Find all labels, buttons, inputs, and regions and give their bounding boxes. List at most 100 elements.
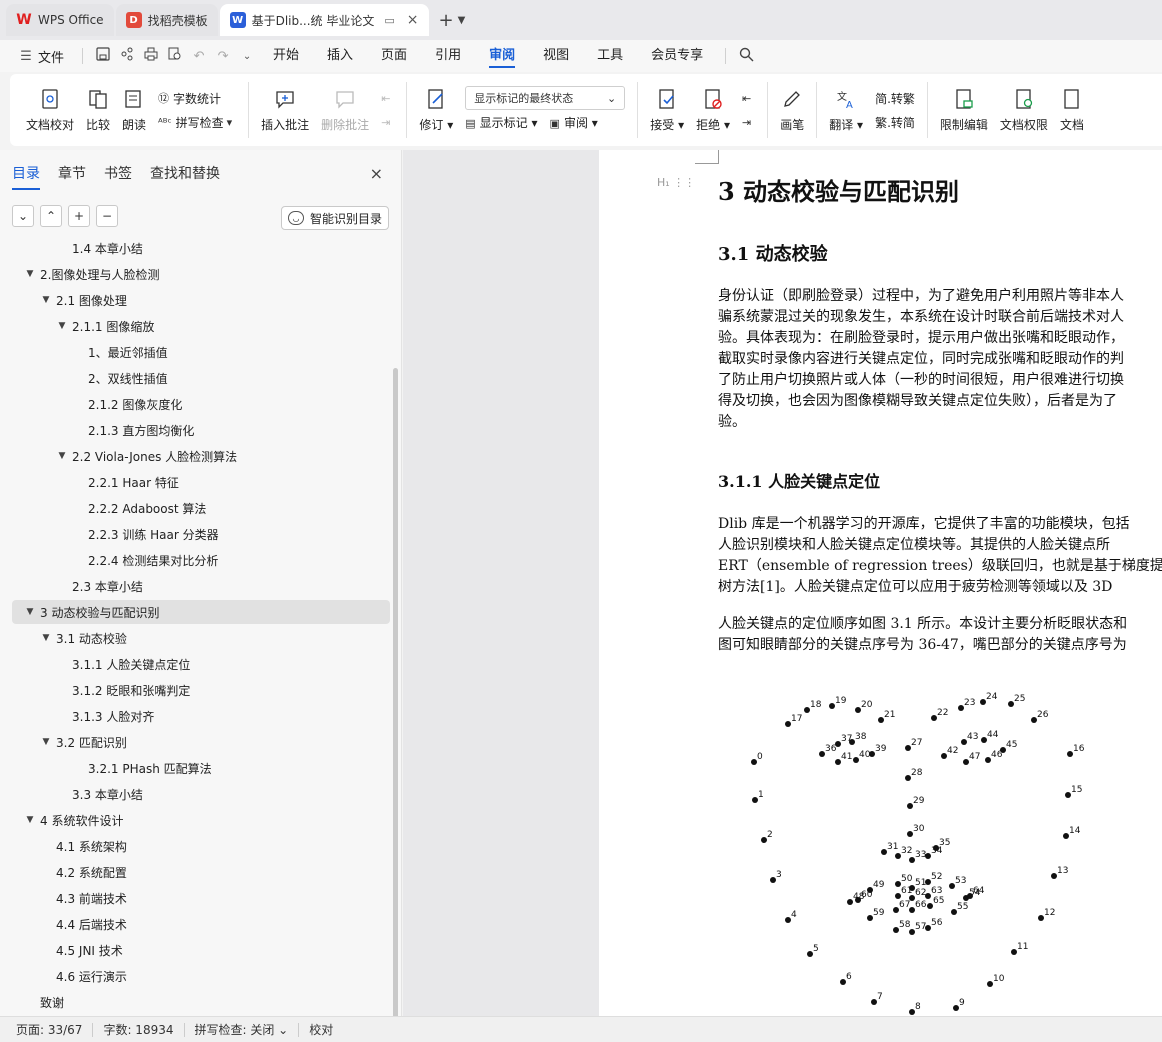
- next-change-button[interactable]: ⇥: [742, 110, 755, 134]
- toc-item[interactable]: ▼ 2.1.1 图像缩放: [12, 314, 390, 338]
- toc-item[interactable]: ▼ 2.2 Viola-Jones 人脸检测算法: [12, 444, 390, 468]
- tab-find-replace[interactable]: 查找和替换: [150, 163, 220, 183]
- caret-down-icon[interactable]: ▼: [56, 451, 68, 461]
- toc-item[interactable]: 3.1.1 人脸关键点定位: [12, 652, 390, 676]
- print-icon[interactable]: [139, 47, 163, 65]
- toc-item[interactable]: ▼ 2.1 图像处理: [12, 288, 390, 312]
- toc-item[interactable]: ▼ 2.图像处理与人脸检测: [12, 262, 390, 286]
- doc-more-button[interactable]: 文档: [1060, 87, 1084, 133]
- previous-comment-button[interactable]: ⇤: [381, 86, 394, 110]
- toc-item[interactable]: 3.1.3 人脸对齐: [12, 704, 390, 728]
- pen-button[interactable]: 画笔: [780, 87, 804, 133]
- toc-item[interactable]: 2、双线性插值: [12, 366, 390, 390]
- word-count-button[interactable]: ⑫ 字数统计: [158, 86, 236, 110]
- trad-to-simp-button[interactable]: 简.转繁: [875, 86, 915, 110]
- simp-to-trad-button[interactable]: 繁.转简: [875, 110, 915, 134]
- next-comment-button[interactable]: ⇥: [381, 110, 394, 134]
- toc-item[interactable]: ▼ 3 动态校验与匹配识别: [12, 600, 390, 624]
- toc-item[interactable]: 3.2.1 PHash 匹配算法: [12, 756, 390, 780]
- collapse-up-button[interactable]: ⌃: [40, 205, 62, 227]
- word-count-indicator[interactable]: 字数: 18934: [103, 1021, 173, 1038]
- read-aloud-button[interactable]: 朗读: [122, 87, 146, 133]
- redo-icon[interactable]: ↷: [211, 49, 235, 64]
- translate-button[interactable]: 文A 翻译 ▾: [829, 87, 863, 133]
- toc-item[interactable]: 4.1 系统架构: [12, 834, 390, 858]
- share-icon[interactable]: [115, 47, 139, 65]
- reject-button[interactable]: 拒绝 ▾: [696, 87, 730, 133]
- monitor-icon[interactable]: ▭: [384, 14, 394, 27]
- toc-item[interactable]: 2.2.2 Adaboost 算法: [12, 496, 390, 520]
- page-indicator[interactable]: 页面: 33/67: [16, 1021, 82, 1038]
- tab-document[interactable]: W 基于Dlib...统 毕业论文 ▭ ×: [219, 4, 429, 36]
- tab-view[interactable]: 视图: [543, 40, 569, 72]
- tab-review[interactable]: 审阅: [489, 40, 516, 72]
- print-preview-icon[interactable]: [163, 47, 187, 65]
- doc-permission-button[interactable]: 文档权限: [1000, 87, 1048, 133]
- toc-item[interactable]: 4.4 后端技术: [12, 912, 390, 936]
- heading-drag-handle-icon[interactable]: H₁ ⋮⋮: [657, 176, 695, 189]
- tab-member[interactable]: 会员专享: [651, 40, 703, 72]
- toc-item[interactable]: 1.4 本章小结: [12, 238, 390, 260]
- toc-item[interactable]: 4.5 JNI 技术: [12, 938, 390, 962]
- toc-item[interactable]: 2.2.3 训练 Haar 分类器: [12, 522, 390, 546]
- toc-item[interactable]: 2.3 本章小结: [12, 574, 390, 598]
- compare-button[interactable]: 比较: [86, 87, 110, 133]
- tab-bookmarks[interactable]: 书签: [104, 163, 132, 183]
- toc-scrollbar[interactable]: [393, 368, 398, 1028]
- spell-check-button[interactable]: ᴬᴮᶜ 拼写检查 ▾: [158, 110, 236, 134]
- tab-home[interactable]: 开始: [273, 40, 299, 72]
- toc-item[interactable]: 4.3 前端技术: [12, 886, 390, 910]
- collapse-down-button[interactable]: ⌄: [12, 205, 34, 227]
- add-heading-button[interactable]: +: [68, 205, 90, 227]
- insert-comment-button[interactable]: 插入批注: [261, 87, 309, 133]
- tab-sections[interactable]: 章节: [58, 163, 86, 183]
- tab-references[interactable]: 引用: [435, 40, 461, 72]
- caret-down-icon[interactable]: ▼: [56, 321, 68, 331]
- tab-insert[interactable]: 插入: [327, 40, 353, 72]
- chevron-down-icon[interactable]: ▼: [458, 15, 466, 26]
- toc-item[interactable]: ▼ 3.1 动态校验: [12, 626, 390, 650]
- tab-tools[interactable]: 工具: [597, 40, 623, 72]
- undo-icon[interactable]: ↶: [187, 49, 211, 64]
- toc-item[interactable]: 2.1.2 图像灰度化: [12, 392, 390, 416]
- caret-down-icon[interactable]: ▼: [40, 633, 52, 643]
- caret-down-icon[interactable]: ▼: [24, 269, 36, 279]
- proof-indicator[interactable]: 校对: [309, 1021, 333, 1038]
- caret-down-icon[interactable]: ▼: [24, 815, 36, 825]
- remove-heading-button[interactable]: −: [96, 205, 118, 227]
- tab-docer-templates[interactable]: D 找稻壳模板: [115, 4, 218, 36]
- toc-item[interactable]: 4.2 系统配置: [12, 860, 390, 884]
- toc-item[interactable]: ▼ 3.2 匹配识别: [12, 730, 390, 754]
- save-icon[interactable]: [91, 47, 115, 65]
- toc-item[interactable]: ▼ 4 系统软件设计: [12, 808, 390, 832]
- spell-check-indicator[interactable]: 拼写检查: 关闭 ⌄: [195, 1021, 289, 1038]
- caret-down-icon[interactable]: ▼: [40, 737, 52, 747]
- tab-page[interactable]: 页面: [381, 40, 407, 72]
- toc-item[interactable]: 1、最近邻插值: [12, 340, 390, 364]
- delete-comment-button[interactable]: 删除批注: [321, 87, 369, 133]
- tab-wps-office[interactable]: W WPS Office: [6, 4, 114, 36]
- toc-item[interactable]: 2.1.3 直方图均衡化: [12, 418, 390, 442]
- file-menu[interactable]: 文件: [38, 47, 64, 66]
- close-tab-button[interactable]: ×: [407, 12, 419, 28]
- restrict-edit-button[interactable]: 限制编辑: [940, 87, 988, 133]
- hamburger-menu-icon[interactable]: ☰: [14, 49, 38, 64]
- tab-toc[interactable]: 目录: [12, 163, 40, 190]
- search-icon[interactable]: [734, 47, 758, 66]
- toc-item[interactable]: 4.6 运行演示: [12, 964, 390, 988]
- accept-button[interactable]: 接受 ▾: [650, 87, 684, 133]
- review-pane-button[interactable]: ▣ 审阅 ▾: [550, 114, 598, 131]
- toc-item[interactable]: 2.2.4 检测结果对比分析: [12, 548, 390, 572]
- close-pane-button[interactable]: ×: [370, 164, 383, 183]
- previous-change-button[interactable]: ⇤: [742, 86, 755, 110]
- track-changes-button[interactable]: 修订 ▾: [419, 87, 453, 133]
- show-markup-button[interactable]: ▤ 显示标记 ▾: [465, 114, 537, 131]
- new-tab-button[interactable]: +: [439, 10, 454, 31]
- proofread-button[interactable]: 文档校对: [26, 87, 74, 133]
- toc-item[interactable]: 3.3 本章小结: [12, 782, 390, 806]
- toc-item[interactable]: 3.1.2 眨眼和张嘴判定: [12, 678, 390, 702]
- display-state-dropdown[interactable]: 显示标记的最终状态 ⌄: [465, 86, 626, 110]
- toc-item[interactable]: 2.2.1 Haar 特征: [12, 470, 390, 494]
- toc-item[interactable]: 致谢: [12, 990, 390, 1014]
- caret-down-icon[interactable]: ▼: [40, 295, 52, 305]
